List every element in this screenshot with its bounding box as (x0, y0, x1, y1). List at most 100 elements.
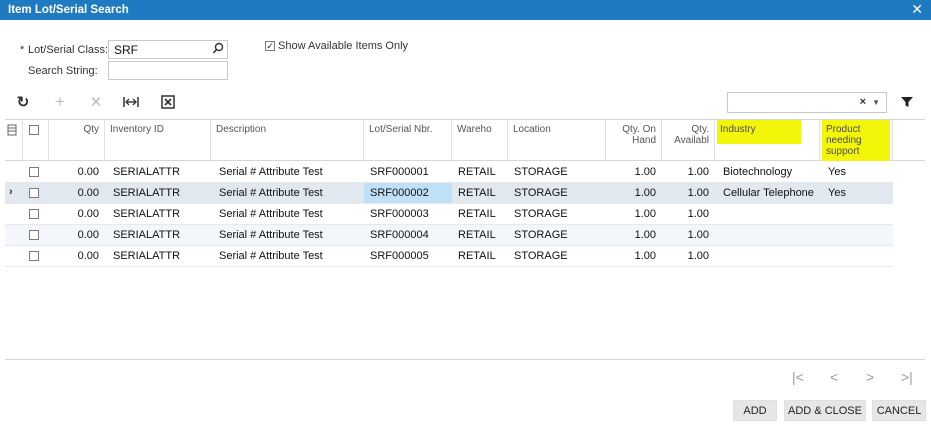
cell-qty-on-hand[interactable]: 1.00 (606, 162, 662, 182)
cell-qty[interactable]: 0.00 (49, 183, 105, 203)
table-row[interactable]: 0.00 SERIALATTR Serial # Attribute Test … (5, 162, 893, 183)
cell-warehouse[interactable]: RETAIL (452, 225, 508, 245)
row-checkbox[interactable] (29, 209, 39, 219)
cell-qty-on-hand[interactable]: 1.00 (606, 246, 662, 266)
export-excel-icon[interactable] (159, 93, 177, 111)
search-string-input[interactable] (108, 61, 228, 80)
cell-product-support[interactable] (822, 225, 893, 245)
cell-qty[interactable]: 0.00 (49, 225, 105, 245)
cell-location[interactable]: STORAGE (508, 183, 606, 203)
cell-lot-serial[interactable]: SRF000004 (364, 225, 452, 245)
lot-serial-class-value: SRF (114, 43, 138, 57)
cell-location[interactable]: STORAGE (508, 204, 606, 224)
cell-industry[interactable] (717, 225, 820, 245)
cell-product-support[interactable]: Yes (822, 183, 893, 203)
delete-icon[interactable]: ✕ (87, 93, 105, 111)
add-close-button[interactable]: ADD & CLOSE (784, 400, 866, 421)
clear-icon[interactable]: × (860, 96, 866, 108)
cell-qty-available[interactable]: 1.00 (662, 225, 715, 245)
cell-description[interactable]: Serial # Attribute Test (213, 162, 364, 182)
cell-inventory-id[interactable]: SERIALATTR (107, 183, 211, 203)
cell-qty-on-hand[interactable]: 1.00 (606, 225, 662, 245)
cell-qty[interactable]: 0.00 (49, 162, 105, 182)
col-warehouse[interactable]: Wareho (452, 120, 508, 161)
pager-next-button[interactable]: > (866, 369, 874, 385)
required-marker: * (20, 44, 25, 56)
cell-warehouse[interactable]: RETAIL (452, 204, 508, 224)
col-industry[interactable]: Industry (715, 120, 820, 161)
cell-warehouse[interactable]: RETAIL (452, 162, 508, 182)
cell-description[interactable]: Serial # Attribute Test (213, 183, 364, 203)
lot-serial-class-field[interactable]: SRF (108, 40, 228, 59)
cell-description[interactable]: Serial # Attribute Test (213, 246, 364, 266)
show-available-checkbox[interactable]: ✓ (265, 41, 275, 51)
row-selector-icon[interactable] (5, 120, 23, 161)
pager-first-button[interactable]: |< (792, 369, 804, 385)
industry-header-label: Industry (717, 120, 801, 144)
cell-location[interactable]: STORAGE (508, 162, 606, 182)
product-support-header-label: Product needing support (822, 120, 890, 161)
table-row[interactable]: 0.00 SERIALATTR Serial # Attribute Test … (5, 225, 893, 246)
filter-icon[interactable] (900, 95, 914, 109)
grid-header: Qty Inventory ID Description Lot/Serial … (5, 120, 925, 161)
row-checkbox[interactable] (29, 167, 39, 177)
cell-qty-on-hand[interactable]: 1.00 (606, 183, 662, 203)
cell-qty[interactable]: 0.00 (49, 204, 105, 224)
row-checkbox[interactable] (29, 188, 39, 198)
table-row[interactable]: 0.00 SERIALATTR Serial # Attribute Test … (5, 204, 893, 225)
cell-description[interactable]: Serial # Attribute Test (213, 225, 364, 245)
cell-warehouse[interactable]: RETAIL (452, 246, 508, 266)
cell-product-support[interactable] (822, 246, 893, 266)
cell-industry[interactable]: Cellular Telephone (717, 183, 820, 203)
cell-location[interactable]: STORAGE (508, 225, 606, 245)
close-icon[interactable]: ✕ (911, 2, 923, 16)
cell-inventory-id[interactable]: SERIALATTR (107, 246, 211, 266)
cell-inventory-id[interactable]: SERIALATTR (107, 225, 211, 245)
row-checkbox[interactable] (29, 251, 39, 261)
cell-lot-serial[interactable]: SRF000003 (364, 204, 452, 224)
fit-columns-icon[interactable] (122, 93, 140, 111)
col-description[interactable]: Description (211, 120, 364, 161)
cell-qty-on-hand[interactable]: 1.00 (606, 204, 662, 224)
cell-lot-serial[interactable]: SRF000005 (364, 246, 452, 266)
col-location[interactable]: Location (508, 120, 606, 161)
lot-serial-class-label: Lot/Serial Class: (28, 44, 109, 56)
cancel-button[interactable]: CANCEL (872, 400, 926, 421)
pager-last-button[interactable]: >| (901, 369, 913, 385)
select-all-checkbox[interactable] (29, 125, 39, 135)
cell-qty-available[interactable]: 1.00 (662, 183, 715, 203)
cell-product-support[interactable]: Yes (822, 162, 893, 182)
cell-qty-available[interactable]: 1.00 (662, 246, 715, 266)
cell-warehouse[interactable]: RETAIL (452, 183, 508, 203)
refresh-icon[interactable]: ↻ (14, 93, 32, 111)
row-checkbox[interactable] (29, 230, 39, 240)
cell-lot-serial[interactable]: SRF000002 (364, 183, 452, 203)
grid-filter-input[interactable]: × ▼ (727, 92, 887, 113)
cell-product-support[interactable] (822, 204, 893, 224)
table-row[interactable]: 0.00 SERIALATTR Serial # Attribute Test … (5, 246, 893, 267)
col-qty-available[interactable]: Qty. Availabl (662, 120, 715, 161)
cell-lot-serial[interactable]: SRF000001 (364, 162, 452, 182)
cell-industry[interactable] (717, 204, 820, 224)
cell-qty-available[interactable]: 1.00 (662, 204, 715, 224)
cell-qty[interactable]: 0.00 (49, 246, 105, 266)
dialog-titlebar: Item Lot/Serial Search ✕ (0, 0, 931, 20)
cell-inventory-id[interactable]: SERIALATTR (107, 162, 211, 182)
cell-industry[interactable] (717, 246, 820, 266)
col-qty-on-hand[interactable]: Qty. On Hand (606, 120, 662, 161)
cell-location[interactable]: STORAGE (508, 246, 606, 266)
cell-industry[interactable]: Biotechnology (717, 162, 820, 182)
col-product-support[interactable]: Product needing support (820, 120, 893, 161)
col-lot-serial[interactable]: Lot/Serial Nbr. (364, 120, 452, 161)
cell-inventory-id[interactable]: SERIALATTR (107, 204, 211, 224)
add-button[interactable]: ADD (733, 400, 777, 421)
cell-description[interactable]: Serial # Attribute Test (213, 204, 364, 224)
col-qty[interactable]: Qty (49, 120, 105, 161)
cell-qty-available[interactable]: 1.00 (662, 162, 715, 182)
plus-icon[interactable]: + (51, 92, 69, 111)
col-inventory-id[interactable]: Inventory ID (105, 120, 211, 161)
chevron-down-icon[interactable]: ▼ (872, 98, 880, 107)
table-row[interactable]: › 0.00 SERIALATTR Serial # Attribute Tes… (5, 183, 893, 204)
pager-prev-button[interactable]: < (830, 369, 838, 385)
search-icon[interactable] (212, 42, 224, 56)
